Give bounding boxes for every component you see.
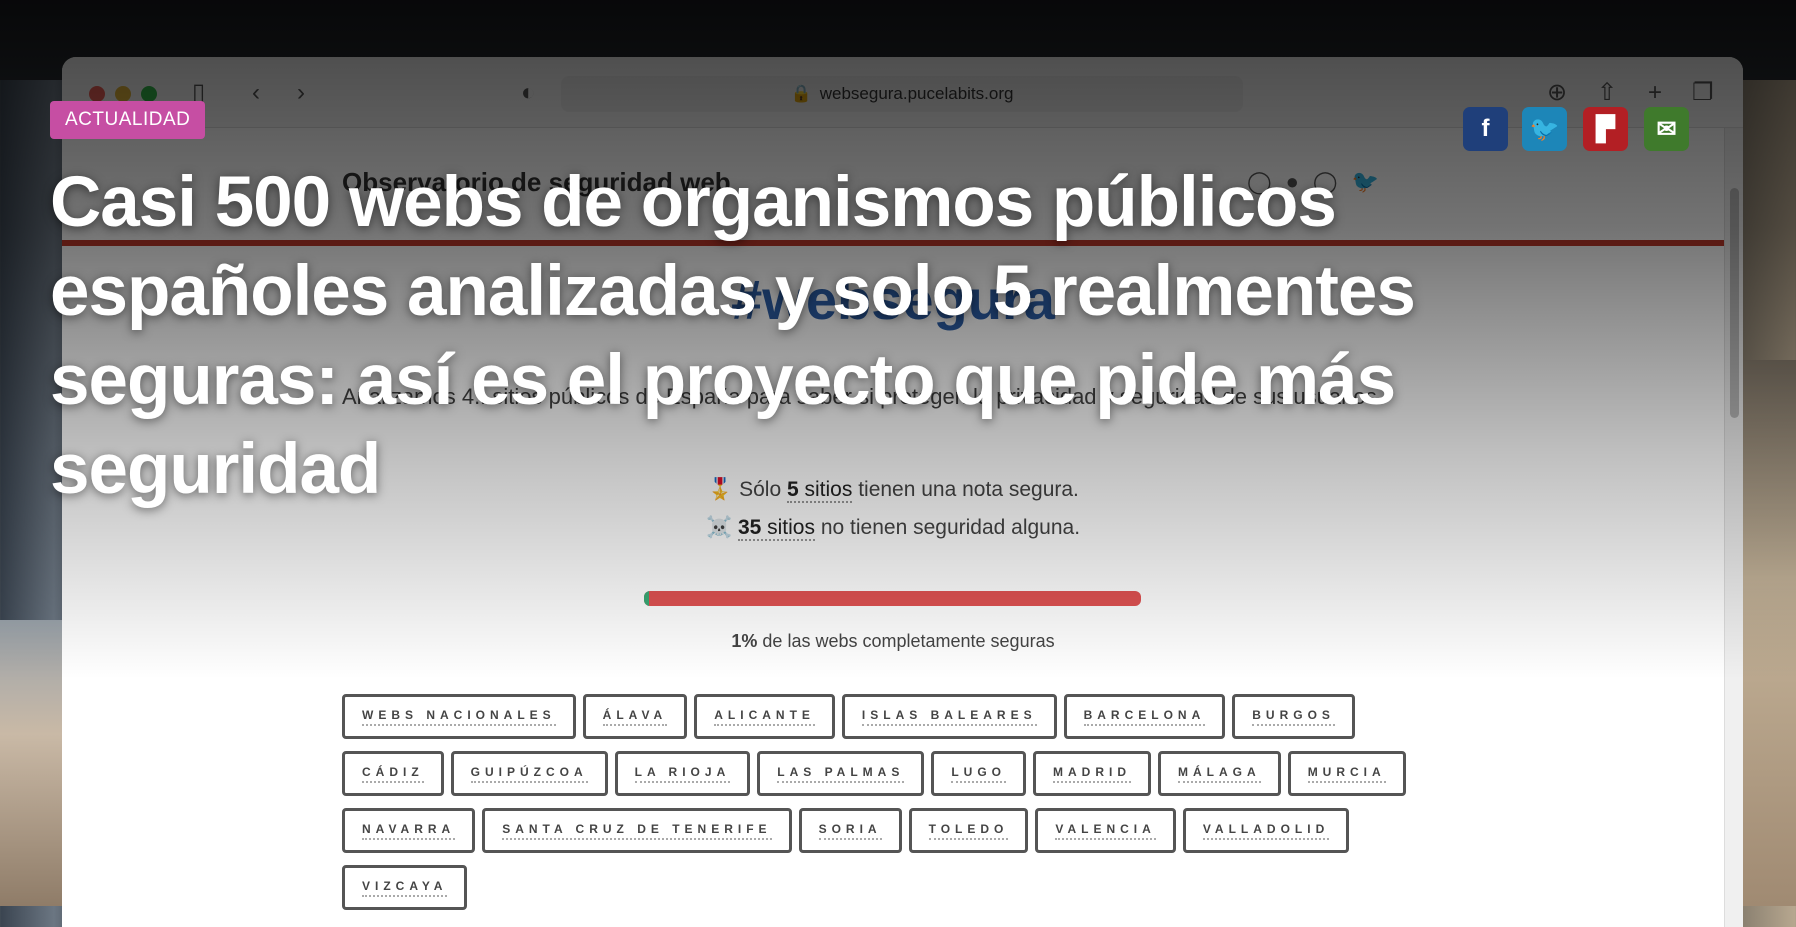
skull-icon: ☠️ (705, 516, 733, 539)
scrollbar[interactable] (1724, 128, 1743, 927)
region-button[interactable]: MURCIA (1287, 751, 1406, 796)
stat-secure-prefix: Sólo (739, 478, 782, 501)
browser-window: ▯ ‹ › ◐ 🔒 websegura.pucelabits.org ⊕ ⇧ +… (62, 57, 1743, 927)
region-button[interactable]: TOLEDO (908, 808, 1029, 853)
region-button[interactable]: LA RIOJA (614, 751, 751, 796)
region-label: LA RIOJA (634, 765, 731, 783)
share-facebook-button[interactable]: f (1463, 107, 1508, 151)
progress-percent: 1% (731, 631, 758, 651)
region-button[interactable]: NAVARRA (342, 808, 476, 853)
region-label: LAS PALMAS (777, 765, 905, 783)
medal-icon: 🎖️ (707, 478, 734, 501)
region-button[interactable]: SORIA (798, 808, 902, 853)
facebook-icon: f (1481, 115, 1490, 142)
region-label: GUIPÚZCOA (470, 765, 588, 783)
region-label: ALICANTE (714, 708, 815, 726)
region-label: NAVARRA (362, 822, 456, 840)
secure-progress-bar (644, 591, 1141, 606)
region-button[interactable]: BARCELONA (1063, 694, 1226, 739)
scrollbar-thumb[interactable] (1730, 188, 1739, 418)
share-icon[interactable]: ⇧ (1597, 79, 1617, 107)
region-button[interactable]: WEBS NACIONALES (342, 694, 576, 739)
region-button[interactable]: VIZCAYA (342, 865, 468, 910)
region-button[interactable]: VALLADOLID (1182, 808, 1350, 853)
region-button[interactable]: MÁLAGA (1158, 751, 1281, 796)
region-label: LUGO (951, 765, 1007, 783)
region-label: MADRID (1053, 765, 1132, 783)
privacy-shield-icon[interactable]: ◐ (521, 79, 536, 107)
site-hashtag-heading: #websegura (731, 268, 1055, 331)
region-button[interactable]: MADRID (1033, 751, 1152, 796)
minimize-window-button[interactable] (115, 86, 131, 102)
intro-paragraph: Analizamos 4.. sitios públicos de España… (342, 384, 1383, 409)
secure-sites-link[interactable]: 5 sitios (786, 478, 853, 503)
region-label: SANTA CRUZ DE TENERIFE (502, 822, 772, 840)
region-label: SORIA (818, 822, 882, 840)
stat-insecure-suffix: no tienen seguridad alguna. (820, 516, 1081, 539)
stat-secure: 🎖️ Sólo 5 sitios tienen una nota segura. (62, 478, 1724, 503)
share-email-button[interactable]: ✉ (1644, 107, 1689, 151)
download-icon[interactable]: ⊕ (1547, 79, 1567, 107)
back-icon[interactable]: ‹ (252, 79, 260, 107)
progress-fill (644, 591, 649, 606)
stat-secure-suffix: tienen una nota segura. (858, 478, 1079, 501)
site-brand[interactable]: Observatorio de seguridad web (342, 167, 731, 198)
region-label: VIZCAYA (362, 879, 448, 897)
forward-icon[interactable]: › (297, 79, 305, 107)
new-tab-icon[interactable]: + (1648, 79, 1662, 107)
header-divider (62, 240, 1724, 246)
share-flipboard-button[interactable]: ▛ (1583, 107, 1628, 151)
twitter-icon: 🐦 (1529, 115, 1560, 143)
flipboard-icon: ▛ (1596, 115, 1615, 143)
region-label: VALENCIA (1055, 822, 1156, 840)
stat-insecure: ☠️ 35 sitios no tienen seguridad alguna. (62, 516, 1724, 541)
region-button[interactable]: SANTA CRUZ DE TENERIFE (482, 808, 792, 853)
url-text: websegura.pucelabits.org (819, 84, 1014, 103)
region-button[interactable]: LAS PALMAS (757, 751, 925, 796)
maximize-window-button[interactable] (141, 86, 157, 102)
progress-caption: 1% de las webs completamente seguras (62, 631, 1724, 652)
region-label: TOLEDO (928, 822, 1009, 840)
region-label: WEBS NACIONALES (362, 708, 556, 726)
header-social-icons[interactable]: ◯●◯🐦 (1247, 169, 1393, 195)
region-label: ISLAS BALEARES (861, 708, 1037, 726)
region-button[interactable]: LUGO (931, 751, 1027, 796)
lock-icon: 🔒 (790, 84, 812, 103)
share-twitter-button[interactable]: 🐦 (1522, 107, 1567, 151)
region-label: BURGOS (1252, 708, 1335, 726)
region-button[interactable]: ISLAS BALEARES (841, 694, 1057, 739)
region-button[interactable]: CÁDIZ (342, 751, 444, 796)
desktop-wallpaper-right (1743, 360, 1796, 906)
region-button[interactable]: VALENCIA (1035, 808, 1176, 853)
progress-caption-text: de las webs completamente seguras (762, 631, 1055, 651)
insecure-sites-link[interactable]: 35 sitios (737, 516, 815, 541)
region-label: BARCELONA (1083, 708, 1206, 726)
desktop-wallpaper-left (0, 620, 62, 906)
region-button[interactable]: BURGOS (1232, 694, 1355, 739)
region-label: ÁLAVA (602, 708, 668, 726)
region-label: MÁLAGA (1178, 765, 1261, 783)
region-label: MURCIA (1307, 765, 1386, 783)
category-badge[interactable]: ACTUALIDAD (50, 101, 206, 139)
region-button[interactable]: ALICANTE (694, 694, 835, 739)
address-bar[interactable]: 🔒 websegura.pucelabits.org (561, 76, 1243, 112)
tabs-overview-icon[interactable]: ❐ (1692, 79, 1714, 107)
region-button[interactable]: ÁLAVA (582, 694, 688, 739)
region-label: VALLADOLID (1202, 822, 1330, 840)
region-button[interactable]: GUIPÚZCOA (450, 751, 608, 796)
region-filter-list: WEBS NACIONALES ÁLAVA ALICANTE ISLAS BALEAR… (342, 694, 1442, 910)
close-window-button[interactable] (89, 86, 105, 102)
email-icon: ✉ (1656, 115, 1677, 143)
region-label: CÁDIZ (362, 765, 424, 783)
